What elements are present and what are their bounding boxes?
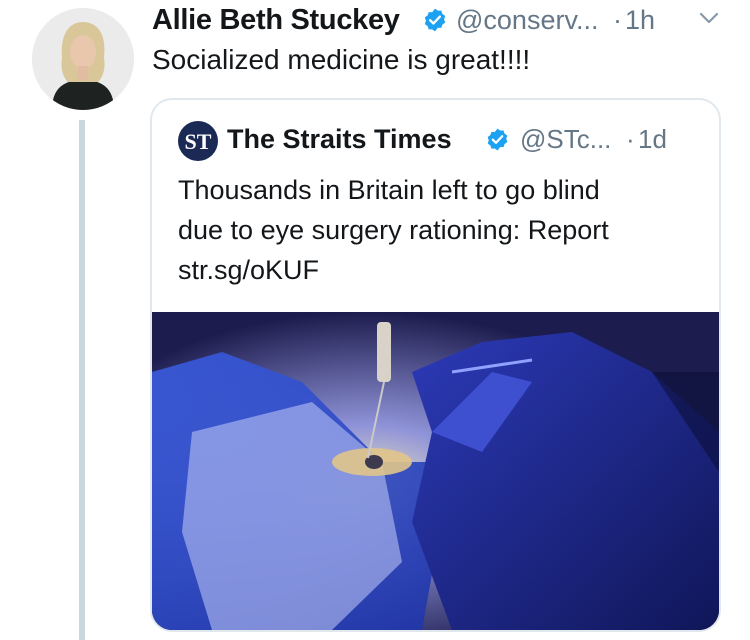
quoted-author-name[interactable]: The Straits Times [227, 120, 452, 158]
thread-line [79, 120, 85, 640]
quoted-tweet-text: Thousands in Britain left to go blind du… [178, 170, 698, 290]
quoted-timestamp[interactable]: 1d [638, 120, 667, 158]
tweet-timestamp[interactable]: 1h [625, 2, 655, 38]
tweet-text: Socialized medicine is great!!!! [152, 44, 531, 75]
quoted-tweet-card[interactable]: ST The Straits Times @STc... · 1d Thousa… [150, 98, 721, 632]
separator-dot: · [626, 124, 635, 154]
svg-text:ST: ST [185, 129, 212, 154]
quoted-tweet-image[interactable] [152, 312, 719, 630]
quoted-author-handle[interactable]: @STc... [520, 120, 611, 158]
author-name[interactable]: Allie Beth Stuckey [152, 2, 400, 38]
quoted-link[interactable]: str.sg/oKUF [178, 250, 698, 290]
straits-times-logo-icon: ST [177, 120, 219, 162]
verified-badge-icon [422, 7, 448, 33]
tweet-header: Allie Beth Stuckey @conserv... · 1h [152, 2, 742, 38]
verified-badge-icon [485, 127, 510, 152]
author-avatar[interactable] [32, 8, 134, 110]
separator-dot: · [613, 5, 622, 35]
author-handle[interactable]: @conserv... [456, 2, 598, 38]
quoted-text-line: Thousands in Britain left to go blind [178, 175, 600, 205]
chevron-down-icon[interactable] [699, 11, 719, 25]
quoted-text-line: due to eye surgery rationing: Report [178, 215, 609, 245]
